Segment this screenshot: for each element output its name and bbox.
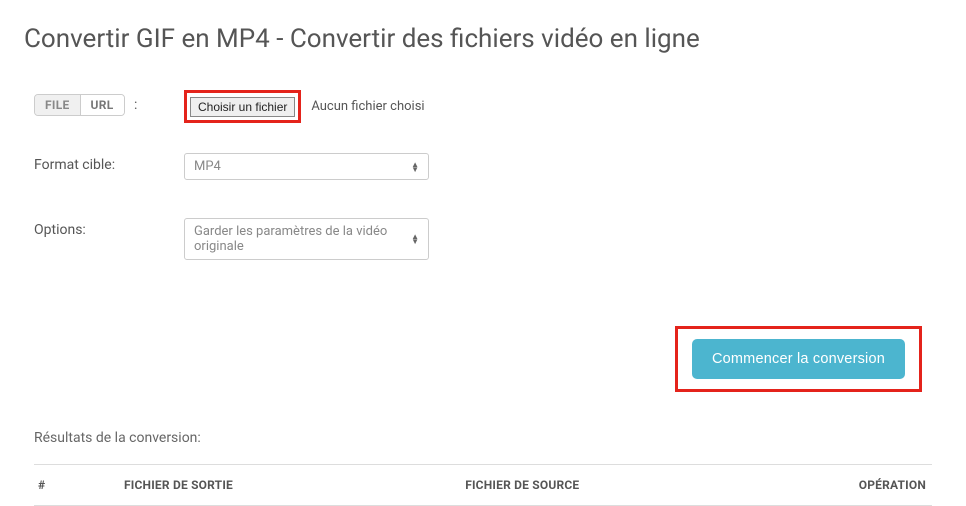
results-table: # FICHIER DE SORTIE FICHIER DE SOURCE OP… [34, 464, 932, 506]
page-title: Convertir GIF en MP4 - Convertir des fic… [0, 0, 966, 90]
results-header-index: # [34, 478, 124, 492]
source-toggle: FILE URL [34, 94, 125, 116]
format-row: Format cible: MP4 ▲▼ [34, 153, 932, 180]
start-conversion-button[interactable]: Commencer la conversion [692, 339, 905, 379]
target-format-value: MP4 [194, 159, 221, 174]
action-row: Commencer la conversion [0, 298, 966, 404]
results-title: Résultats de la conversion: [34, 430, 932, 446]
options-row: Options: Garder les paramètres de la vid… [34, 218, 932, 260]
target-format-select[interactable]: MP4 ▲▼ [184, 153, 429, 180]
file-chooser-highlight: Choisir un fichier [184, 90, 301, 123]
chevron-updown-icon: ▲▼ [411, 162, 419, 172]
results-header-operation: OPÉRATION [782, 478, 932, 492]
source-toggle-url[interactable]: URL [80, 95, 124, 115]
options-label: Options: [34, 218, 184, 238]
source-control: Choisir un fichier Aucun fichier choisi [184, 90, 932, 123]
results-header-row: # FICHIER DE SORTIE FICHIER DE SOURCE OP… [34, 464, 932, 506]
source-row: FILE URL : Choisir un fichier Aucun fich… [34, 90, 932, 123]
options-value: Garder les paramètres de la vidéo origin… [194, 224, 411, 254]
results-header-output: FICHIER DE SORTIE [124, 478, 465, 492]
conversion-form: FILE URL : Choisir un fichier Aucun fich… [0, 90, 966, 260]
source-colon: : [134, 97, 137, 113]
chevron-updown-icon: ▲▼ [411, 234, 419, 244]
start-conversion-highlight: Commencer la conversion [675, 326, 922, 392]
options-select[interactable]: Garder les paramètres de la vidéo origin… [184, 218, 429, 260]
results-section: Résultats de la conversion: # FICHIER DE… [0, 404, 966, 506]
source-toggle-file[interactable]: FILE [35, 95, 80, 115]
file-chooser-status: Aucun fichier choisi [311, 99, 424, 114]
results-header-source: FICHIER DE SOURCE [465, 478, 782, 492]
format-label: Format cible: [34, 153, 184, 173]
choose-file-button[interactable]: Choisir un fichier [190, 97, 295, 117]
source-toggle-container: FILE URL : [34, 90, 184, 116]
